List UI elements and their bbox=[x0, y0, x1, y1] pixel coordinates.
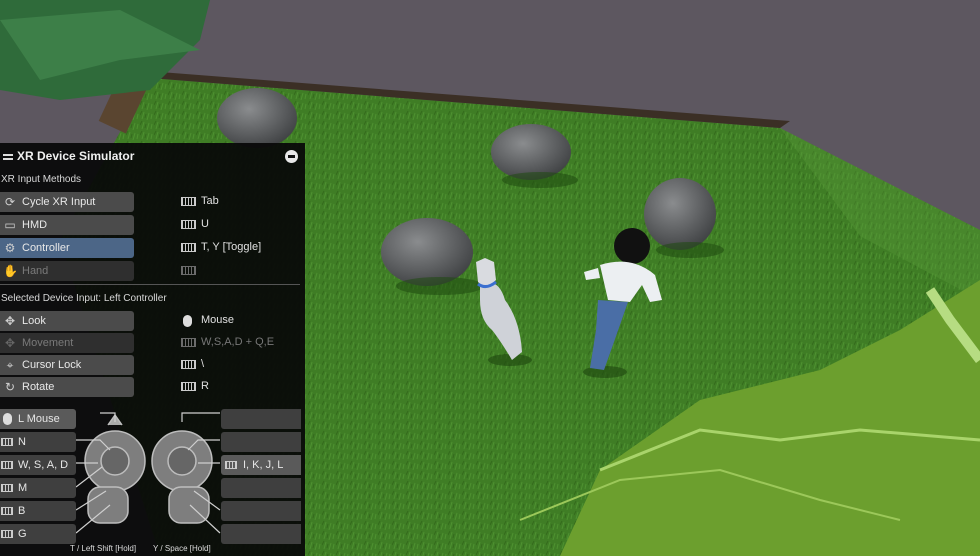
binding-wsad[interactable]: W, S, A, D bbox=[0, 455, 76, 475]
button-label: Hand bbox=[22, 265, 49, 277]
keyboard-icon bbox=[225, 461, 237, 469]
keyboard-icon bbox=[181, 338, 196, 347]
right-controller-icon bbox=[151, 430, 213, 524]
keyboard-icon bbox=[1, 461, 13, 469]
hand-icon: ✋ bbox=[3, 264, 18, 278]
button-label: Look bbox=[22, 315, 46, 327]
keyboard-icon bbox=[181, 220, 196, 229]
binding-ikjl[interactable]: I, K, J, L bbox=[221, 455, 301, 475]
movement-button[interactable]: ✥ Movement bbox=[0, 333, 134, 353]
headset-icon: ▭ bbox=[4, 218, 16, 232]
binding-right-5[interactable] bbox=[221, 501, 301, 521]
divider bbox=[0, 284, 300, 285]
movement-icon: ✥ bbox=[4, 336, 16, 350]
binding-l-mouse[interactable]: L Mouse bbox=[0, 409, 76, 429]
look-button[interactable]: ✥ Look bbox=[0, 311, 134, 331]
cycle-xr-input-button[interactable]: ⟳ Cycle XR Input bbox=[0, 192, 134, 212]
binding-right-2[interactable] bbox=[221, 432, 301, 452]
rotate-icon: ↻ bbox=[4, 380, 16, 394]
keyboard-icon bbox=[181, 382, 196, 391]
cursor-lock-button[interactable]: ⌖ Cursor Lock bbox=[0, 355, 134, 375]
keyboard-icon bbox=[1, 507, 13, 515]
binding-n[interactable]: N bbox=[0, 432, 76, 452]
footer-right-hint: Y / Space [Hold] bbox=[153, 544, 211, 553]
button-label: Cycle XR Input bbox=[22, 196, 96, 208]
keyboard-icon bbox=[181, 360, 196, 369]
keyboard-icon bbox=[181, 197, 196, 206]
keyboard-icon bbox=[181, 243, 196, 252]
button-label: Cursor Lock bbox=[22, 359, 82, 371]
button-label: Rotate bbox=[22, 381, 55, 393]
section-title-selected-device: Selected Device Input: Left Controller bbox=[1, 293, 167, 304]
footer-left-hint: T / Left Shift [Hold] bbox=[70, 544, 137, 553]
button-label: Movement bbox=[22, 337, 74, 349]
binding-right-1[interactable] bbox=[221, 409, 301, 429]
section-title-input-methods: XR Input Methods bbox=[1, 174, 82, 185]
binding-right-6[interactable] bbox=[221, 524, 301, 544]
cursor-icon: ⌖ bbox=[6, 358, 14, 372]
mouse-icon bbox=[183, 315, 192, 327]
rotate-button[interactable]: ↻ Rotate bbox=[0, 377, 134, 397]
drag-handle-icon[interactable] bbox=[3, 154, 13, 160]
collapse-icon[interactable] bbox=[285, 150, 298, 163]
controller-button[interactable]: ⚙ Controller bbox=[0, 238, 134, 258]
xr-device-simulator-panel: XR Device Simulator XR Input Methods ⟳ C… bbox=[0, 143, 305, 556]
controller-icon: ⚙ bbox=[4, 241, 16, 255]
left-controller-icon bbox=[84, 413, 146, 524]
panel-title: XR Device Simulator bbox=[17, 149, 135, 163]
binding-b[interactable]: B bbox=[0, 501, 76, 521]
hmd-button[interactable]: ▭ HMD bbox=[0, 215, 134, 235]
move-arrows-icon: ✥ bbox=[4, 314, 16, 328]
keyboard-icon bbox=[1, 530, 13, 538]
binding-g[interactable]: G bbox=[0, 524, 76, 544]
panel-header[interactable]: XR Device Simulator bbox=[0, 149, 305, 165]
cycle-icon: ⟳ bbox=[4, 195, 16, 209]
binding-m[interactable]: M bbox=[0, 478, 76, 498]
binding-right-4[interactable] bbox=[221, 478, 301, 498]
hand-button[interactable]: ✋ Hand bbox=[0, 261, 134, 281]
keyboard-icon bbox=[1, 484, 13, 492]
keyboard-icon bbox=[181, 266, 196, 275]
controller-diagram bbox=[75, 412, 221, 534]
mouse-icon bbox=[3, 413, 12, 425]
button-label: HMD bbox=[22, 219, 48, 231]
keyboard-icon bbox=[1, 438, 13, 446]
button-label: Controller bbox=[22, 242, 70, 254]
